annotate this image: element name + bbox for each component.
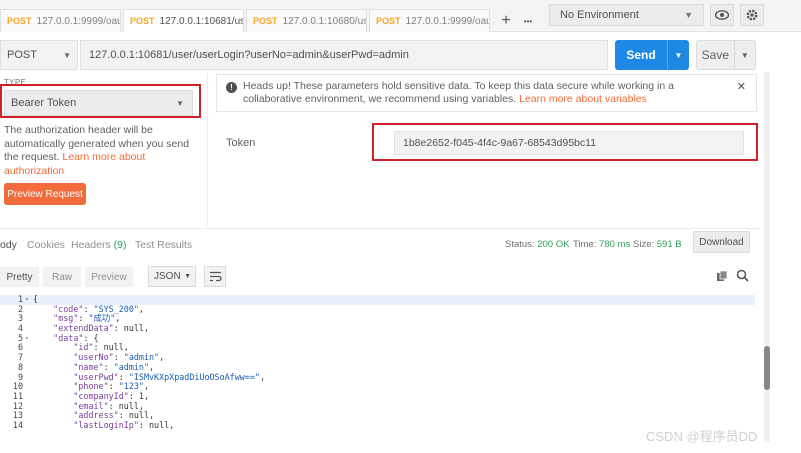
tab-test-results[interactable]: Test Results: [135, 239, 192, 251]
close-icon[interactable]: ✕: [737, 81, 746, 94]
environment-value: No Environment: [560, 9, 639, 21]
code-text: "lastLoginIp": null,: [73, 419, 175, 430]
tab-label: 127.0.0.1:9999/oaut.: [36, 15, 121, 27]
wrap-lines-button[interactable]: [204, 266, 226, 287]
environment-select[interactable]: No Environment ▼: [549, 4, 704, 26]
watermark: CSDN @程序员DD: [646, 429, 758, 444]
more-tabs-button[interactable]: •••: [518, 10, 538, 32]
save-options-chevron-icon[interactable]: ▼: [733, 41, 755, 69]
new-tab-button[interactable]: +: [496, 10, 516, 32]
tab-label: 127.0.0.1:10680/us...: [282, 15, 367, 27]
fold-chevron-icon[interactable]: ▾: [25, 295, 29, 305]
auth-description: The authorization header will be automat…: [4, 124, 200, 178]
manage-environments-button[interactable]: [740, 4, 764, 26]
time-label: Time:: [573, 239, 597, 250]
environment-quick-look-button[interactable]: [710, 4, 734, 26]
tab-headers-label: Headers: [71, 239, 111, 251]
size-label: Size:: [633, 239, 655, 250]
token-label: Token: [226, 137, 256, 149]
tab-cookies[interactable]: Cookies: [27, 239, 65, 251]
time-value: 780 ms: [599, 239, 631, 250]
download-button[interactable]: Download: [693, 231, 750, 253]
code-line: 4 "extendData": null,: [0, 323, 755, 334]
chevron-down-icon: ▼: [63, 50, 71, 60]
sensitive-data-notice: ! Heads up! These parameters hold sensit…: [216, 74, 757, 112]
tab-body[interactable]: ody: [0, 239, 17, 251]
highlight-box: [372, 123, 758, 161]
gear-icon: [746, 9, 758, 21]
response-status: Status: 200 OK: [505, 239, 569, 250]
highlight-box: [0, 84, 201, 118]
format-raw-button[interactable]: Raw: [43, 267, 81, 287]
format-preview-button[interactable]: Preview: [85, 267, 133, 287]
wrap-lines-icon: [209, 271, 222, 282]
status-value: 200 OK: [537, 239, 570, 250]
send-label: Send: [626, 48, 656, 62]
panel-divider: [207, 74, 208, 226]
line-number: 14: [12, 419, 23, 430]
send-options-chevron-icon[interactable]: ▼: [667, 40, 689, 70]
tab-label: 127.0.0.1:9999/oaut.: [405, 15, 490, 27]
save-label: Save: [701, 48, 730, 62]
preview-request-button[interactable]: Preview Request: [4, 183, 86, 205]
format-pretty-button[interactable]: Pretty: [0, 267, 39, 287]
tab-method: POST: [253, 16, 278, 26]
save-button[interactable]: Save ▼: [696, 40, 756, 70]
url-input[interactable]: 127.0.0.1:10681/user/userLogin?userNo=ad…: [80, 40, 608, 70]
request-tab[interactable]: POST 127.0.0.1:10680/us...: [246, 9, 367, 32]
info-icon: !: [226, 82, 237, 93]
eye-icon: [715, 10, 729, 20]
headers-count-badge: (9): [113, 239, 127, 251]
request-tab[interactable]: POST 127.0.0.1:9999/oaut.: [0, 9, 121, 32]
search-icon[interactable]: [736, 269, 749, 282]
tab-method: POST: [130, 16, 155, 26]
scrollbar-thumb[interactable]: [764, 346, 770, 390]
method-select[interactable]: POST ▼: [0, 40, 78, 70]
response-time: Time: 780 ms: [573, 239, 630, 250]
learn-more-variables-link[interactable]: Learn more about variables: [519, 93, 647, 105]
tab-method: POST: [7, 16, 32, 26]
copy-icon[interactable]: [716, 270, 728, 282]
request-tab[interactable]: POST 127.0.0.1:9999/oaut.: [369, 9, 490, 32]
response-size: Size: 591 B: [633, 239, 682, 250]
chevron-down-icon: ▼: [184, 273, 191, 280]
response-tabs: ody Cookies Headers (9) Test Results Sta…: [0, 228, 760, 258]
response-format-select[interactable]: JSON ▼: [148, 266, 196, 287]
response-body-code[interactable]: 1 ▾{2 "code": "SYS_200", 3 "msg": "成功", 4 "…: [0, 295, 755, 440]
chevron-down-icon: ▼: [684, 10, 693, 20]
response-format-value: JSON: [154, 271, 181, 282]
status-label: Status:: [505, 239, 535, 250]
tab-headers[interactable]: Headers (9): [71, 239, 126, 251]
tab-method: POST: [376, 16, 401, 26]
size-value: 591 B: [656, 239, 682, 250]
send-button[interactable]: Send ▼: [615, 40, 689, 70]
tab-label: 127.0.0.1:10681/us...: [159, 15, 244, 27]
code-line: 14 "lastLoginIp": null,: [0, 419, 755, 431]
fold-chevron-icon[interactable]: ▾: [25, 334, 29, 344]
method-value: POST: [7, 49, 37, 61]
request-tab-active[interactable]: POST 127.0.0.1:10681/us...: [123, 9, 244, 32]
